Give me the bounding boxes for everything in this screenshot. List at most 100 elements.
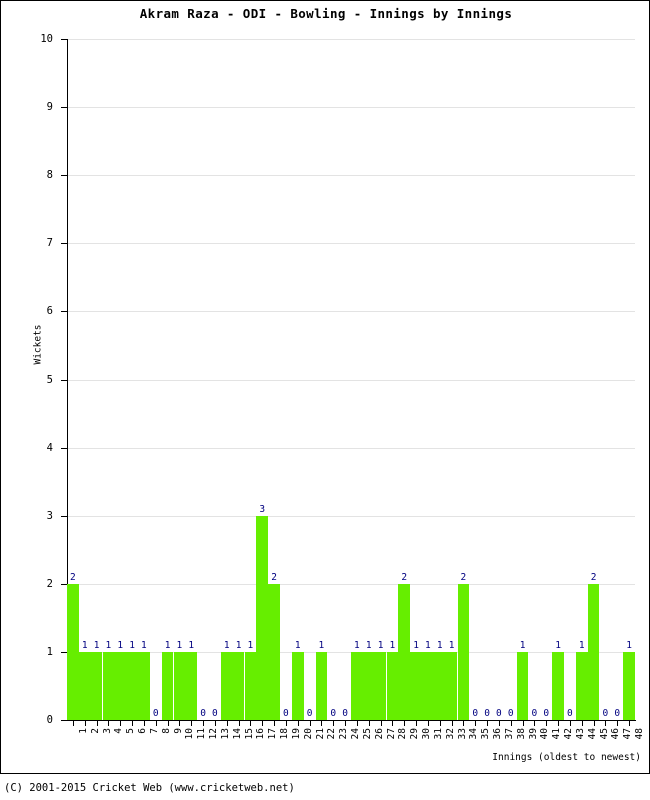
bar[interactable] — [185, 651, 198, 720]
bar-slot[interactable]: 1 — [552, 39, 564, 720]
bar-slot[interactable]: 1 — [433, 39, 446, 720]
x-axis-tick-mark — [546, 721, 547, 726]
bar-slot[interactable]: 0 — [600, 39, 612, 720]
bar[interactable] — [552, 651, 564, 720]
bar-slot[interactable]: 1 — [374, 39, 387, 720]
bar-slot[interactable]: 1 — [362, 39, 375, 720]
bar-slot[interactable]: 1 — [575, 39, 588, 720]
bar[interactable] — [232, 651, 245, 720]
bar-slot[interactable]: 0 — [150, 39, 162, 720]
bar[interactable] — [244, 651, 257, 720]
bar[interactable] — [291, 651, 304, 720]
bar[interactable] — [114, 651, 127, 720]
x-axis-tick-mark — [558, 721, 559, 726]
bar-value-label: 0 — [602, 708, 609, 719]
bar[interactable] — [268, 583, 280, 720]
bar[interactable] — [587, 583, 600, 720]
bar-value-label: 1 — [247, 639, 254, 651]
bar-slot[interactable]: 1 — [173, 39, 186, 720]
bar[interactable] — [126, 651, 138, 720]
bar-slot[interactable]: 0 — [327, 39, 339, 720]
bar-slot[interactable]: 1 — [315, 39, 328, 720]
bar-value-label: 2 — [70, 571, 76, 583]
bar-slot[interactable]: 1 — [386, 39, 399, 720]
bar[interactable] — [256, 515, 269, 720]
bar[interactable] — [445, 651, 458, 720]
bar-slot[interactable]: 0 — [505, 39, 517, 720]
bar-slot[interactable]: 1 — [126, 39, 138, 720]
bar[interactable] — [315, 651, 328, 720]
bar[interactable] — [398, 583, 411, 720]
bar-slot[interactable]: 1 — [516, 39, 529, 720]
bar-slot[interactable]: 0 — [209, 39, 221, 720]
bar-slot[interactable]: 3 — [256, 39, 269, 720]
bar-slot[interactable]: 1 — [410, 39, 422, 720]
x-axis-tick-mark — [321, 721, 322, 726]
bar-slot[interactable]: 2 — [398, 39, 411, 720]
bar-slot[interactable]: 1 — [161, 39, 174, 720]
bar-value-label: 1 — [436, 639, 443, 651]
bar-slot[interactable]: 1 — [102, 39, 115, 720]
bar-value-label: 0 — [496, 708, 502, 719]
bar-slot[interactable]: 0 — [611, 39, 623, 720]
bar-slot[interactable]: 0 — [339, 39, 351, 720]
y-axis-tick-label: 3 — [46, 509, 53, 522]
bar-slot[interactable]: 0 — [564, 39, 576, 720]
bar[interactable] — [102, 651, 115, 720]
bar-slot[interactable]: 0 — [540, 39, 552, 720]
bar-slot[interactable]: 1 — [90, 39, 103, 720]
bar[interactable] — [173, 651, 186, 720]
bar[interactable] — [362, 651, 375, 720]
x-axis-tick-mark — [463, 721, 464, 726]
bar-slot[interactable]: 1 — [114, 39, 127, 720]
bar-slot[interactable]: 2 — [268, 39, 280, 720]
bar-slot[interactable]: 1 — [232, 39, 245, 720]
bar[interactable] — [67, 583, 79, 720]
bar[interactable] — [220, 651, 233, 720]
bar-value-label: 1 — [93, 639, 100, 651]
bar-slot[interactable]: 0 — [197, 39, 209, 720]
bar[interactable] — [90, 651, 103, 720]
y-axis-tick-label: 4 — [46, 441, 53, 454]
bar-slot[interactable]: 1 — [220, 39, 233, 720]
bar[interactable] — [623, 651, 635, 720]
bar-slot[interactable]: 1 — [78, 39, 91, 720]
bar-value-label: 1 — [389, 639, 396, 651]
bar[interactable] — [161, 651, 174, 720]
bar-slot[interactable]: 0 — [529, 39, 541, 720]
bar-slot[interactable]: 1 — [185, 39, 198, 720]
bar[interactable] — [422, 651, 434, 720]
bar-slot[interactable]: 1 — [351, 39, 363, 720]
x-axis-tick-mark — [416, 721, 417, 726]
bar-slot[interactable]: 1 — [291, 39, 304, 720]
bar-slot[interactable]: 2 — [67, 39, 79, 720]
bar-slot[interactable]: 1 — [623, 39, 635, 720]
bar[interactable] — [433, 651, 446, 720]
bar-slot[interactable]: 0 — [469, 39, 481, 720]
bar-slot[interactable]: 0 — [280, 39, 292, 720]
bar-slot[interactable]: 1 — [244, 39, 257, 720]
bar[interactable] — [575, 651, 588, 720]
bar[interactable] — [516, 651, 529, 720]
x-axis-tick-mark — [168, 721, 169, 726]
bar-slot[interactable]: 0 — [493, 39, 505, 720]
y-axis-tick-label: 8 — [46, 169, 53, 182]
bar[interactable] — [374, 651, 387, 720]
bar[interactable] — [410, 651, 422, 720]
bar-value-label: 1 — [413, 639, 419, 651]
bar[interactable] — [78, 651, 91, 720]
bar[interactable] — [351, 651, 363, 720]
bar-slot[interactable]: 1 — [422, 39, 434, 720]
bar-slot[interactable]: 2 — [457, 39, 470, 720]
bar[interactable] — [386, 651, 399, 720]
x-axis-tick-mark — [440, 721, 441, 726]
bar-slot[interactable]: 1 — [138, 39, 150, 720]
bar[interactable] — [457, 583, 470, 720]
bar-value-label: 1 — [105, 639, 112, 651]
bar-slot[interactable]: 1 — [445, 39, 458, 720]
bar-slot[interactable]: 0 — [304, 39, 316, 720]
bar-value-label: 0 — [614, 708, 621, 719]
bar[interactable] — [138, 651, 150, 720]
bar-slot[interactable]: 2 — [587, 39, 600, 720]
bar-slot[interactable]: 0 — [481, 39, 493, 720]
